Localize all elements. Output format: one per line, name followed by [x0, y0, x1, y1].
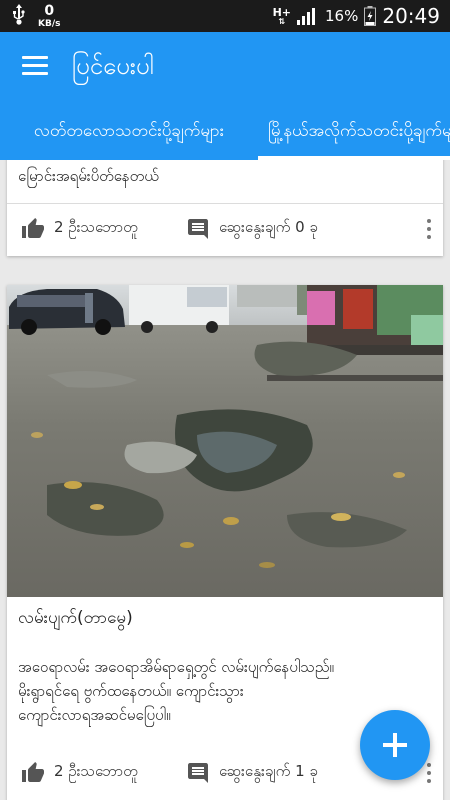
report-description-line: ကျောင်းလာရအဆင်မပြေပါ။ [18, 706, 171, 724]
comment-icon [188, 219, 208, 239]
battery-percent: 16% [325, 7, 359, 25]
comment-count: ဆွေးနွေးချက် 1 ခု [219, 762, 318, 780]
report-description: မြောင်းအရမ်းပိတ်နေတယ် [18, 167, 159, 185]
status-bar: 0 KB/s H+ ⇅ 16% 20:49 [0, 0, 450, 32]
hamburger-menu-icon[interactable] [22, 56, 48, 76]
comment-button[interactable]: ဆွေးနွေးချက် 0 ခု [186, 204, 318, 254]
report-description: အဝေရာလမ်း အဝေရာအိမ်ရာရှေ့တွင် လမ်းပျက်နေ… [7, 655, 427, 727]
signal-icon [297, 8, 316, 25]
like-count: 2 ဦးသဘောတူ [54, 762, 138, 780]
battery-icon [364, 6, 377, 26]
usb-icon [13, 4, 25, 25]
tab-township-reports[interactable]: မြို့နယ်အလိုက်သတင်းပို့ချက်များ [262, 102, 450, 160]
app-bar: ပြင်ပေးပါ [0, 32, 450, 102]
comment-button[interactable]: ဆွေးနွေးချက် 1 ခု [186, 748, 318, 798]
network-type-label: H+ [272, 5, 292, 19]
tab-bar: လတ်တလောသတင်းပို့ချက်များ မြို့နယ်အလိုက်သ… [0, 102, 450, 160]
network-type: H+ ⇅ [273, 7, 291, 26]
clock: 20:49 [382, 4, 440, 28]
report-description-line: မိုးရွာရင်ရေ ဗွက်ထနေတယ်။ ကျောင်းသွား [18, 682, 244, 700]
tab-recent-reports[interactable]: လတ်တလောသတင်းပို့ချက်များ [0, 102, 258, 160]
report-list[interactable]: မြောင်းအရမ်းပိတ်နေတယ် 2 ဦးသဘောတူ ဆွေးနွေ… [0, 160, 450, 800]
app-title: ပြင်ပေးပါ [72, 52, 154, 80]
report-card[interactable]: မြောင်းအရမ်းပိတ်နေတယ် 2 ဦးသဘောတူ ဆွေးနွေ… [7, 160, 443, 256]
data-activity-icon: ⇅ [278, 16, 286, 26]
network-speed-unit: KB/s [38, 19, 61, 29]
like-button[interactable]: 2 ဦးသဘောတူ [21, 204, 138, 254]
like-button[interactable]: 2 ဦးသဘောတူ [21, 748, 138, 798]
more-options-icon[interactable] [423, 761, 435, 785]
card-actions: 2 ဦးသဘောတူ ဆွေးနွေးချက် 0 ခု [7, 204, 443, 254]
flooded-street-photo[interactable] [7, 285, 443, 597]
thumbs-up-icon [22, 218, 44, 238]
report-description-line: အဝေရာလမ်း အဝေရာအိမ်ရာရှေ့တွင် လမ်းပျက်နေ… [18, 658, 334, 676]
add-report-button[interactable] [360, 710, 430, 780]
thumbs-up-icon [22, 762, 44, 782]
comment-count: ဆွေးနွေးချက် 0 ခု [219, 218, 318, 236]
like-count: 2 ဦးသဘောတူ [54, 218, 138, 236]
more-options-icon[interactable] [423, 217, 435, 241]
report-title: လမ်းပျက်(တာမွေ) [18, 608, 133, 628]
network-speed-value: 0 [44, 3, 55, 19]
network-speed: 0 KB/s [38, 4, 60, 29]
comment-icon [188, 763, 208, 783]
